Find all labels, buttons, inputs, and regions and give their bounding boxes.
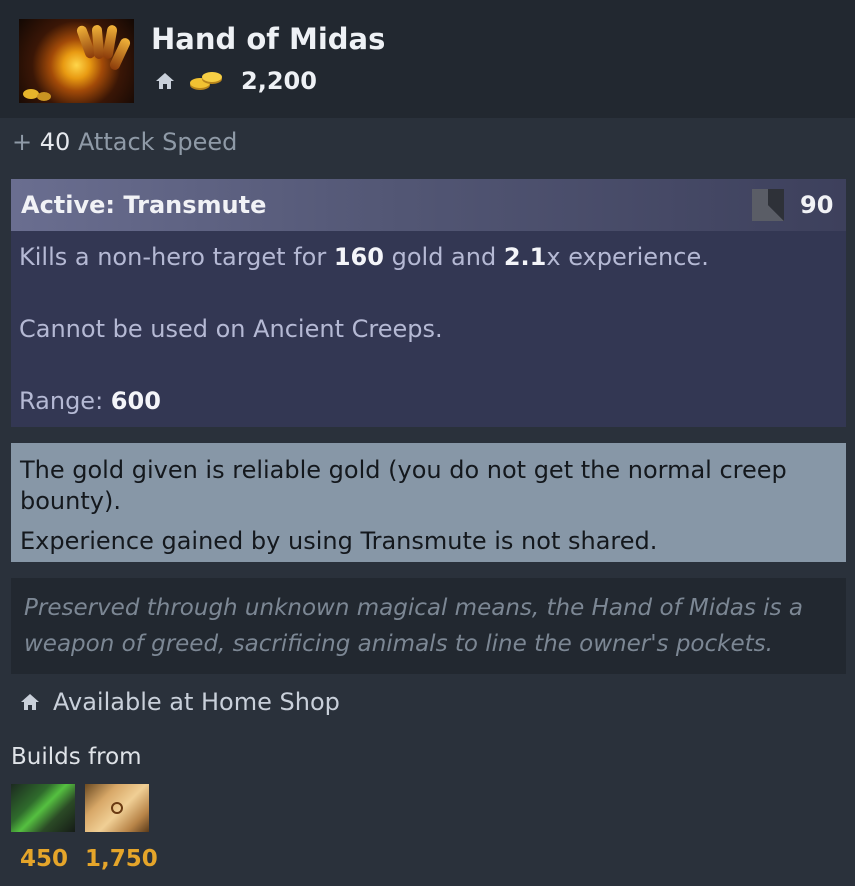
gold-amount: 160: [333, 243, 384, 271]
active-ability-panel: Active: Transmute 90 Kills a non-hero ta…: [11, 179, 846, 427]
active-desc-text: x experience.: [546, 243, 709, 271]
notes-panel: The gold given is reliable gold (you do …: [11, 443, 846, 562]
hand-of-midas-icon: [19, 19, 134, 103]
item-name: Hand of Midas: [151, 22, 386, 56]
gold-coins-icon: [190, 72, 222, 90]
active-ability-header: Active: Transmute 90: [11, 179, 846, 231]
note-line: bounty).: [20, 487, 121, 515]
lore-line: Preserved through unknown magical means,…: [24, 595, 803, 621]
range-value: 600: [110, 387, 161, 415]
bonus-value: 40: [39, 128, 71, 156]
active-desc-text: gold and: [391, 243, 497, 271]
item-header: Hand of Midas 2,200: [0, 0, 855, 118]
gloves-of-haste-icon[interactable]: [11, 784, 75, 832]
builds-from-label: Builds from: [11, 744, 142, 770]
range-label: Range:: [19, 387, 104, 415]
item-cost-row: 2,200: [155, 66, 317, 96]
note-line: The gold given is reliable gold (you do …: [20, 456, 787, 484]
active-description: Kills a non-hero target for 160 gold and…: [19, 243, 709, 271]
active-range: Range: 600: [19, 387, 161, 415]
item-cost: 2,200: [241, 67, 317, 95]
home-shop-icon: [156, 73, 174, 89]
bonus-stat-name: Attack Speed: [77, 128, 238, 156]
recipe-scroll-icon[interactable]: [85, 784, 149, 832]
xp-multiplier: 2.1: [503, 243, 547, 271]
cooldown-value: 90: [800, 191, 834, 219]
bonus-prefix: +: [12, 128, 33, 156]
lore-line: weapon of greed, sacrificing animals to …: [24, 631, 773, 657]
component-price: 450: [20, 846, 69, 872]
home-shop-icon: [21, 694, 39, 710]
shop-availability: Available at Home Shop: [20, 686, 340, 718]
availability-text: Available at Home Shop: [53, 688, 340, 716]
bonus-stat: + 40 Attack Speed: [12, 128, 237, 156]
note-line: Experience gained by using Transmute is …: [20, 527, 658, 555]
cooldown-icon: [752, 189, 784, 221]
active-restriction: Cannot be used on Ancient Creeps.: [19, 315, 443, 343]
active-ability-title: Active: Transmute: [21, 191, 267, 219]
lore-panel: Preserved through unknown magical means,…: [11, 578, 846, 674]
active-desc-text: Kills a non-hero target for: [19, 243, 327, 271]
component-price: 1,750: [85, 846, 158, 872]
